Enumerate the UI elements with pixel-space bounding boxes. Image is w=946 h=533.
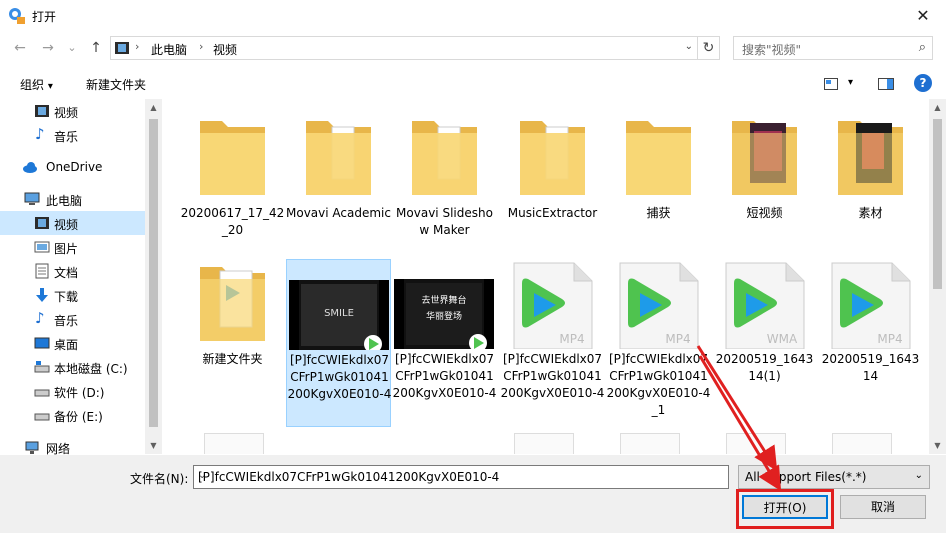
annotation-arrow (698, 355, 782, 492)
annotation-arrows (696, 345, 782, 492)
annotation-arrow (696, 345, 778, 472)
